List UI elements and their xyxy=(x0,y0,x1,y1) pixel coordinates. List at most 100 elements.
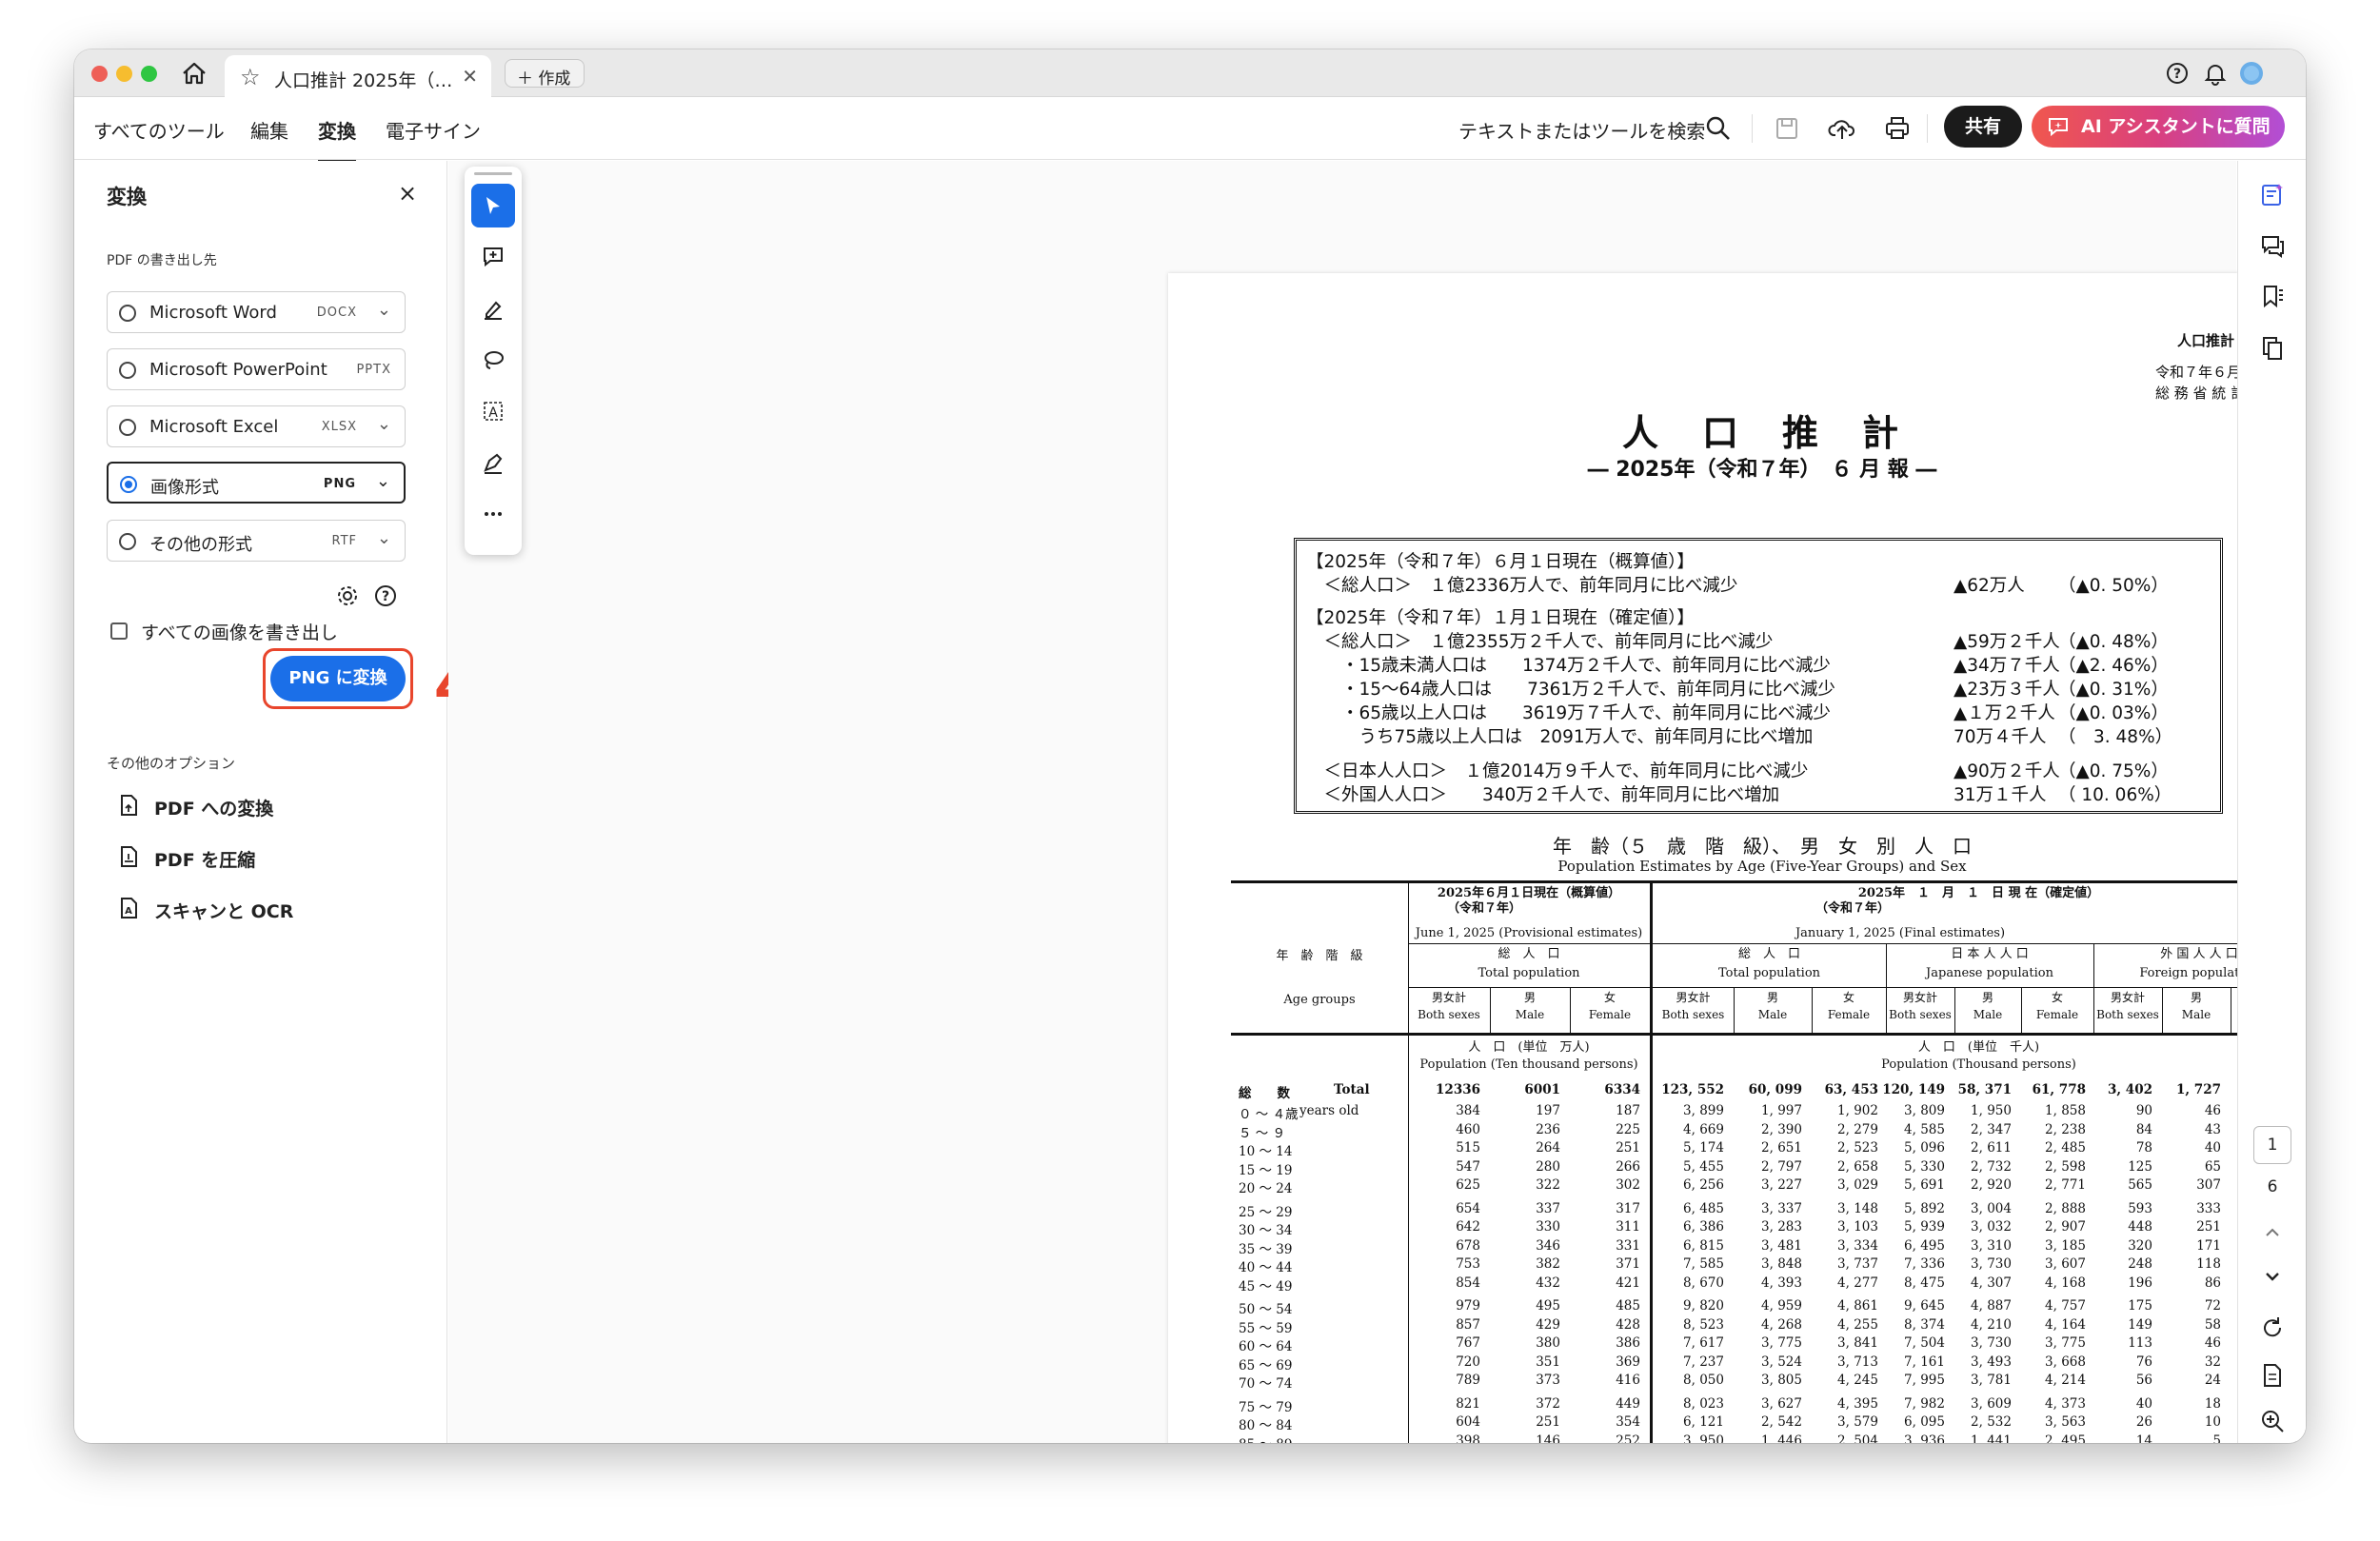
rotate-icon[interactable] xyxy=(2259,1314,2286,1341)
unit-right-jp: 人 口 (単位 千人) xyxy=(1917,1040,2040,1055)
document-tab[interactable]: ☆ 人口推計 2025年（… ✕ xyxy=(225,55,491,97)
table-cell: 654 xyxy=(1456,1200,1480,1216)
total-pop-jp: 総 人 口 xyxy=(1497,947,1560,961)
table-cell: 2, 658 xyxy=(1837,1158,1878,1175)
close-tab-icon[interactable]: ✕ xyxy=(462,65,478,88)
both-sexes-header: Both sexes xyxy=(1889,1008,1952,1021)
avatar[interactable] xyxy=(2239,61,2264,86)
menu-all-tools[interactable]: すべてのツール xyxy=(93,116,225,144)
home-icon[interactable] xyxy=(181,61,208,86)
male-sexes-header: Male xyxy=(1515,1008,1545,1021)
export-all-images-checkbox[interactable] xyxy=(110,622,128,640)
tool-search-label[interactable]: テキストまたはツールを検索 xyxy=(1458,116,1705,144)
cloud-upload-icon[interactable] xyxy=(1828,114,1856,143)
chevron-down-icon[interactable]: ⌄ xyxy=(377,414,391,434)
summary-change: ▲62万人 xyxy=(1954,576,2025,596)
drag-handle[interactable] xyxy=(474,172,512,175)
chevron-down-icon[interactable]: ⌄ xyxy=(377,528,391,548)
table-cell: 4, 585 xyxy=(1904,1121,1945,1137)
radio[interactable] xyxy=(119,362,136,379)
pages-icon[interactable] xyxy=(2259,334,2286,361)
table-cell: 8, 475 xyxy=(1904,1274,1945,1291)
table-cell: 5, 330 xyxy=(1904,1158,1945,1175)
create-button[interactable]: ＋ 作成 xyxy=(505,59,585,89)
age-group-jp: 年 齢 階 級 xyxy=(1276,949,1363,963)
table-cell: 4, 757 xyxy=(2045,1298,2086,1314)
table-cell: 449 xyxy=(1616,1395,1640,1412)
draw-tool[interactable] xyxy=(471,338,515,382)
radio[interactable] xyxy=(119,419,136,436)
ai-assistant-button[interactable]: AI アシスタントに質問 xyxy=(2032,106,2285,148)
age-label: 85 ～ 89 xyxy=(1239,1433,1292,1444)
radio[interactable] xyxy=(119,305,136,322)
search-icon[interactable] xyxy=(1704,114,1733,143)
option-powerpoint[interactable]: Microsoft PowerPoint PPTX xyxy=(107,348,406,390)
bell-icon[interactable] xyxy=(2203,61,2228,86)
table-cell: 515 xyxy=(1456,1140,1480,1156)
comment-tool[interactable] xyxy=(471,235,515,279)
lasso-icon xyxy=(485,351,504,369)
table-cell: 3, 334 xyxy=(1837,1237,1878,1254)
table-cell: 2, 495 xyxy=(2045,1432,2086,1444)
table-cell: 3, 563 xyxy=(2045,1414,2086,1430)
close-panel-icon[interactable]: × xyxy=(398,180,417,207)
table-cell: 6, 495 xyxy=(1904,1237,1945,1254)
option-ext: PPTX xyxy=(356,363,391,377)
select-tool[interactable] xyxy=(471,184,515,227)
close-window-button[interactable] xyxy=(91,66,108,82)
rule xyxy=(1408,987,2305,988)
option-excel[interactable]: Microsoft Excel XLSX ⌄ xyxy=(107,405,406,447)
table-cell: 3, 607 xyxy=(2045,1256,2086,1272)
menu-e-sign[interactable]: 電子サイン xyxy=(386,116,481,144)
option-image[interactable]: 画像形式 PNG ⌄ xyxy=(107,462,406,504)
summary-change: ▲１万２千人 xyxy=(1954,703,2055,723)
option-word[interactable]: Microsoft Word DOCX ⌄ xyxy=(107,291,406,333)
table-cell: 384 xyxy=(1456,1103,1480,1118)
menu-edit[interactable]: 編集 xyxy=(250,116,288,144)
page-fit-icon[interactable] xyxy=(2259,1362,2286,1389)
help-icon[interactable]: ? xyxy=(2165,61,2190,86)
print-icon[interactable] xyxy=(1883,114,1912,143)
male-sexes-header: Male xyxy=(1757,1008,1788,1021)
convert-png-button[interactable]: PNG に変換 xyxy=(270,656,406,701)
help-icon[interactable]: ? xyxy=(373,583,398,608)
final-era: （令和７年） xyxy=(1815,901,1890,916)
chevron-down-icon[interactable] xyxy=(2259,1263,2286,1290)
chevron-down-icon[interactable]: ⌄ xyxy=(376,471,390,491)
table-cell: 2, 542 xyxy=(1761,1414,1802,1430)
table-cell: 3, 524 xyxy=(1761,1353,1802,1370)
table-cell: 9, 820 xyxy=(1683,1298,1724,1314)
table-cell: 789 xyxy=(1456,1373,1480,1388)
bookmarks-icon[interactable] xyxy=(2259,283,2286,309)
menu-convert[interactable]: 変換 xyxy=(318,116,356,163)
chevron-down-icon[interactable]: ⌄ xyxy=(377,300,391,320)
ai-summary-icon[interactable] xyxy=(2259,182,2286,208)
unit-left-en: Population (Ten thousand persons) xyxy=(1419,1057,1638,1072)
gear-icon[interactable] xyxy=(335,583,360,608)
table-cell: 3, 936 xyxy=(1904,1432,1945,1444)
more-tools[interactable] xyxy=(471,492,515,536)
table-cell: 432 xyxy=(1536,1274,1560,1291)
text-tool[interactable]: A xyxy=(471,389,515,433)
option-other-format[interactable]: その他の形式 RTF ⌄ xyxy=(107,520,406,562)
table-cell: 63, 453 xyxy=(1824,1082,1878,1097)
share-button[interactable]: 共有 xyxy=(1944,106,2022,148)
comments-icon[interactable] xyxy=(2259,233,2286,260)
zoom-window-button[interactable] xyxy=(141,66,157,82)
sign-tool[interactable] xyxy=(471,441,515,484)
save-icon[interactable] xyxy=(1773,114,1801,143)
star-icon[interactable]: ☆ xyxy=(240,64,261,90)
chevron-up-icon[interactable] xyxy=(2259,1219,2286,1246)
zoom-in-icon[interactable] xyxy=(2259,1408,2286,1434)
table-cell: 429 xyxy=(1536,1316,1560,1333)
divider xyxy=(1927,114,1928,143)
radio-selected[interactable] xyxy=(120,476,137,493)
table-cell: 331 xyxy=(1616,1237,1640,1254)
highlight-tool[interactable] xyxy=(471,286,515,330)
minimize-window-button[interactable] xyxy=(116,66,132,82)
table-cell: 10 xyxy=(2204,1414,2221,1430)
table-cell: 354 xyxy=(1616,1414,1640,1430)
current-page[interactable]: 1 xyxy=(2253,1126,2291,1164)
radio[interactable] xyxy=(119,533,136,550)
total-pages: 6 xyxy=(2267,1177,2278,1196)
